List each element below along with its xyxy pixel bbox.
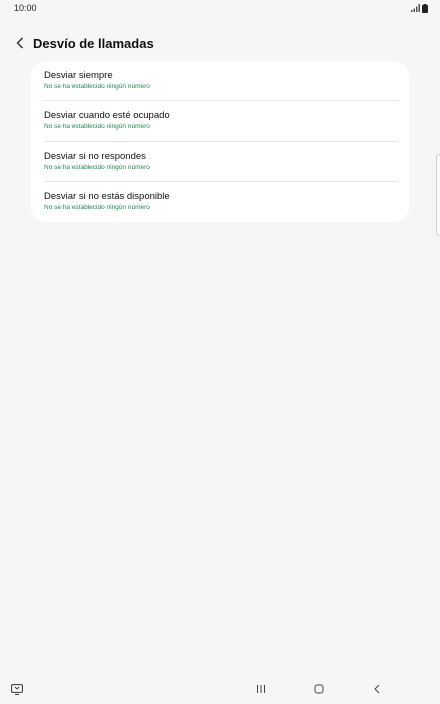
list-item-forward-always[interactable]: Desviar siempre No se ha establecido nin… [44, 61, 398, 102]
home-icon [314, 684, 324, 694]
back-nav-button[interactable] [369, 682, 385, 696]
edge-panel-handle[interactable] [436, 154, 440, 236]
status-bar: 10:00 [0, 0, 440, 16]
keyboard-switch-button[interactable] [10, 682, 24, 696]
list-item-title: Desviar si no estás disponible [44, 191, 170, 203]
forwarding-options-card: Desviar siempre No se ha establecido nin… [31, 61, 409, 222]
list-item-forward-unreachable[interactable]: Desviar si no estás disponible No se ha … [44, 182, 398, 222]
navigation-bar [0, 676, 440, 704]
back-button[interactable] [7, 32, 33, 54]
page-title: Desvío de llamadas [33, 35, 154, 51]
back-icon [374, 684, 380, 694]
battery-icon [422, 3, 428, 13]
list-item-subtitle: No se ha establecido ningún número [44, 163, 150, 171]
list-item-forward-no-answer[interactable]: Desviar si no respondes No se ha estable… [44, 142, 398, 182]
recent-apps-button[interactable] [253, 682, 269, 696]
list-item-title: Desviar cuando esté ocupado [44, 110, 170, 122]
list-item-title: Desviar si no respondes [44, 150, 146, 162]
status-time: 10:00 [14, 3, 37, 13]
list-item-subtitle: No se ha establecido ningún número [44, 83, 150, 91]
signal-icon [411, 4, 420, 12]
recent-apps-icon [257, 685, 265, 693]
list-item-forward-busy[interactable]: Desviar cuando esté ocupado No se ha est… [44, 101, 398, 142]
status-icons [411, 3, 428, 13]
header: Desvío de llamadas [0, 32, 440, 54]
chevron-left-icon [16, 37, 23, 49]
list-item-subtitle: No se ha establecido ningún número [44, 204, 150, 212]
list-item-subtitle: No se ha establecido ningún número [44, 123, 150, 131]
list-item-title: Desviar siempre [44, 70, 113, 82]
keyboard-switch-icon [11, 683, 23, 695]
home-button[interactable] [311, 682, 327, 696]
